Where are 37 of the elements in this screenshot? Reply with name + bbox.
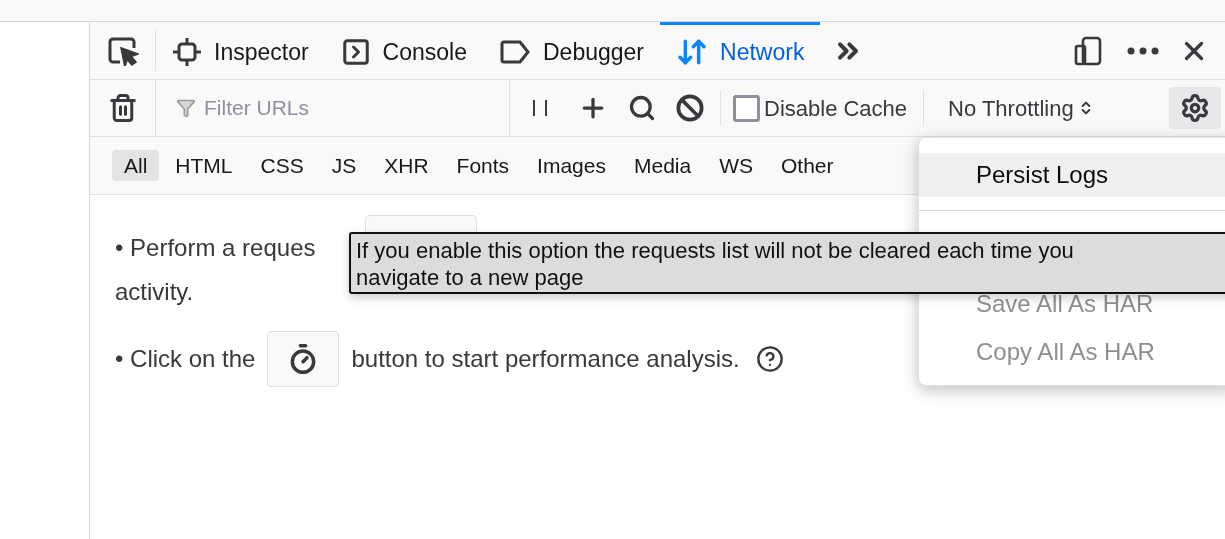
help-icon[interactable] xyxy=(755,345,784,373)
search-icon xyxy=(628,94,656,122)
type-filter-button[interactable]: Images xyxy=(525,150,618,181)
block-icon xyxy=(676,94,704,122)
inspector-icon xyxy=(172,37,202,67)
type-filter-button[interactable]: Media xyxy=(621,150,704,181)
pointer-icon xyxy=(106,35,139,66)
tooltip: If you enable this option the requests list will not be cleared each time you navigate to a new page xyxy=(349,232,1225,294)
settings-button[interactable] xyxy=(1169,87,1221,129)
notice-text: • Click on the xyxy=(115,344,256,374)
trash-icon xyxy=(107,93,138,123)
menu-item[interactable]: Persist Logs xyxy=(919,153,1225,197)
throttling-select[interactable]: No Throttling xyxy=(936,91,1106,125)
filter-icon xyxy=(176,98,196,118)
type-filter-button[interactable]: CSS xyxy=(248,150,316,181)
console-icon xyxy=(340,37,371,67)
notice-text: • Perform a reques xyxy=(115,233,316,263)
tool-tab[interactable]: Debugger xyxy=(483,22,661,79)
tool-tab[interactable]: Console xyxy=(324,22,483,79)
settings-icon xyxy=(1180,93,1210,123)
type-filter-button[interactable]: XHR xyxy=(372,150,441,181)
pause-icon xyxy=(530,98,550,118)
tool-tab[interactable]: Inspector xyxy=(156,22,325,79)
type-filter-button[interactable]: Other xyxy=(769,150,846,181)
devices-icon xyxy=(1073,35,1103,66)
disable-cache-checkbox[interactable]: Disable Cache xyxy=(729,91,912,125)
notice-text: activity. xyxy=(115,277,194,307)
type-filter-button[interactable]: All xyxy=(112,150,160,181)
tag-icon xyxy=(499,40,531,64)
performance-button[interactable] xyxy=(267,331,340,387)
ellipsis-icon xyxy=(1127,46,1159,55)
type-filter-button[interactable]: HTML xyxy=(163,150,245,181)
notice-text: button to start performance analysis. xyxy=(351,344,740,374)
filter-field[interactable]: Filter URLs xyxy=(204,92,504,124)
type-filter-button[interactable]: Fonts xyxy=(444,150,522,181)
type-filter-button[interactable]: WS xyxy=(707,150,765,181)
type-filter-button[interactable]: JS xyxy=(319,150,369,181)
